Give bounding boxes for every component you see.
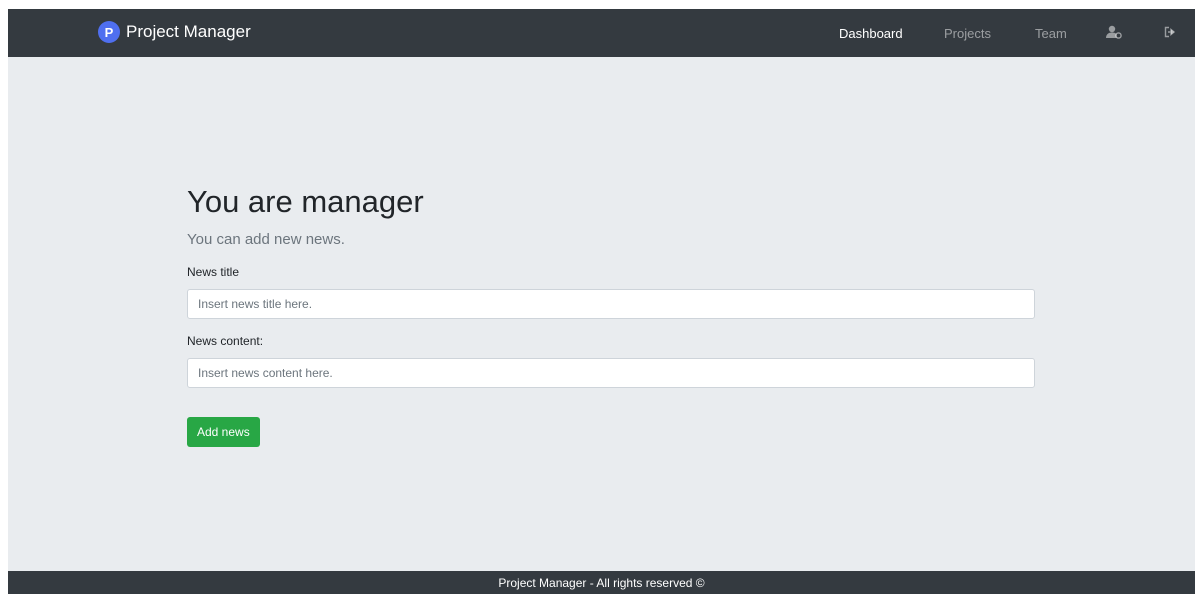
brand-name: Project Manager [126, 22, 251, 41]
page-subtitle: You can add new news. [187, 231, 345, 248]
user-settings-icon[interactable] [1106, 25, 1122, 39]
news-content-label: News content: [187, 334, 264, 348]
news-form-panel: You are manager You can add new news. Ne… [187, 184, 1035, 447]
app-frame: P Project Manager Dashboard Projects Tea… [8, 9, 1195, 594]
news-title-label: News title [187, 265, 240, 279]
project-manager-logo-icon: P [98, 21, 120, 43]
page-title: You are manager [187, 184, 424, 219]
add-news-button[interactable]: Add news [187, 417, 260, 447]
nav-item-dashboard[interactable]: Dashboard [839, 26, 903, 41]
brand[interactable]: P Project Manager [98, 21, 251, 43]
logout-icon[interactable] [1164, 26, 1176, 38]
nav-item-team[interactable]: Team [1035, 26, 1067, 41]
news-content-input[interactable] [187, 358, 1035, 388]
top-navbar: P Project Manager Dashboard Projects Tea… [8, 9, 1195, 57]
news-title-input[interactable] [187, 289, 1035, 319]
nav-item-projects[interactable]: Projects [944, 26, 991, 41]
footer: Project Manager - All rights reserved © [8, 571, 1195, 594]
footer-text: Project Manager - All rights reserved © [498, 575, 705, 590]
